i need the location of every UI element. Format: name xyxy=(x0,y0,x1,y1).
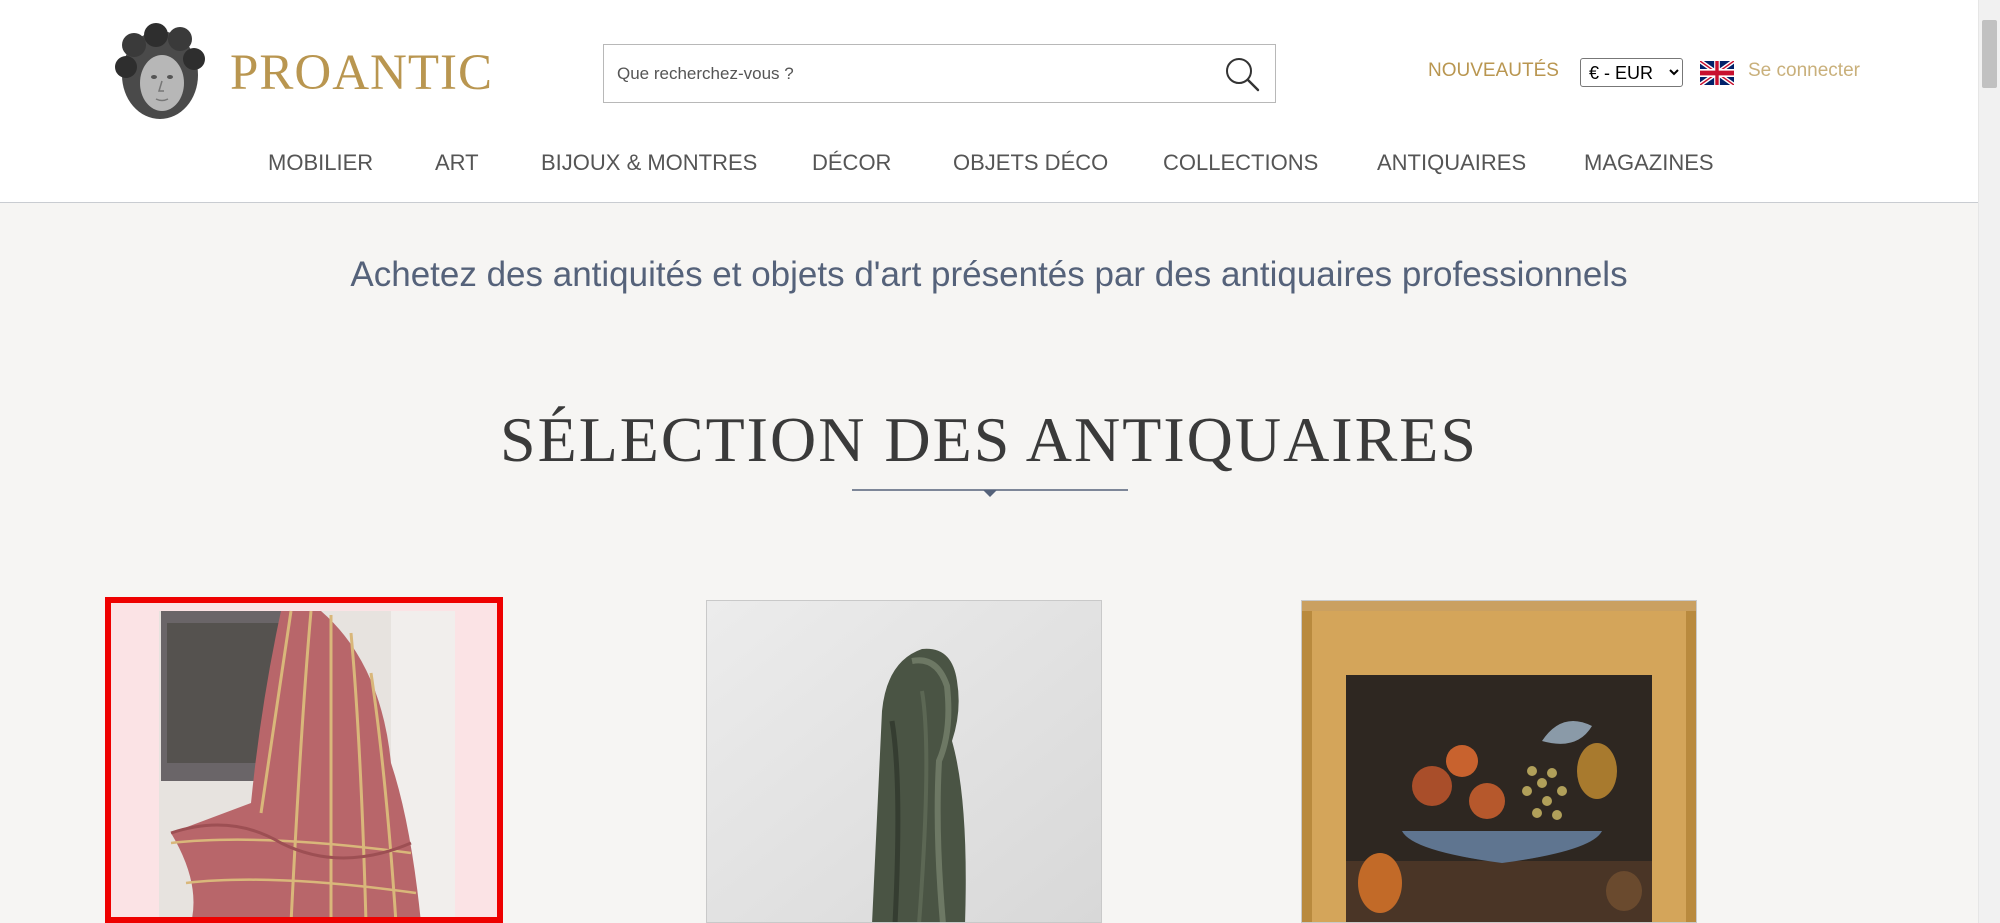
logo-link[interactable]: PROANTIC xyxy=(112,20,493,125)
site-header: PROANTIC NOUVEAUTÉS € - EUR Se connecter… xyxy=(0,0,1978,203)
logo-head-icon xyxy=(115,22,205,119)
search-input[interactable] xyxy=(604,45,1204,102)
nav-item-art[interactable]: ART xyxy=(435,150,479,176)
page-scrollbar[interactable] xyxy=(1978,0,2000,923)
signin-link[interactable]: Se connecter xyxy=(1748,60,1860,82)
product-card-bronze-statue[interactable] xyxy=(706,600,1102,923)
uk-flag-icon[interactable] xyxy=(1700,61,1734,85)
product-image-still-life-painting xyxy=(1302,601,1696,922)
product-card-still-life-painting[interactable] xyxy=(1301,600,1697,923)
nav-item-decor[interactable]: DÉCOR xyxy=(812,150,891,176)
nav-item-mobilier[interactable]: MOBILIER xyxy=(268,150,373,176)
new-arrivals-link[interactable]: NOUVEAUTÉS xyxy=(1428,60,1559,82)
section-title: SÉLECTION DES ANTIQUAIRES xyxy=(500,404,1478,475)
scroll-thumb[interactable] xyxy=(1982,20,1997,88)
nav-item-magazines[interactable]: MAGAZINES xyxy=(1584,150,1714,176)
page-tagline: Achetez des antiquités et objets d'art p… xyxy=(350,255,1628,294)
nav-item-objets-deco[interactable]: OBJETS DÉCO xyxy=(953,150,1108,176)
product-image-textile xyxy=(111,603,497,917)
nav-item-bijoux-montres[interactable]: BIJOUX & MONTRES xyxy=(541,150,757,176)
search-bar xyxy=(603,44,1276,103)
nav-item-collections[interactable]: COLLECTIONS xyxy=(1163,150,1318,176)
nav-item-antiquaires[interactable]: ANTIQUAIRES xyxy=(1377,150,1526,176)
main-nav: MOBILIER ART BIJOUX & MONTRES DÉCOR OBJE… xyxy=(0,150,1978,180)
brand-name: PROANTIC xyxy=(230,44,494,101)
product-image-bronze-statue xyxy=(707,601,1101,922)
search-icon[interactable] xyxy=(1223,55,1261,93)
product-card-textile[interactable] xyxy=(105,597,503,923)
title-divider xyxy=(852,489,1128,497)
currency-select[interactable]: € - EUR xyxy=(1580,58,1683,87)
